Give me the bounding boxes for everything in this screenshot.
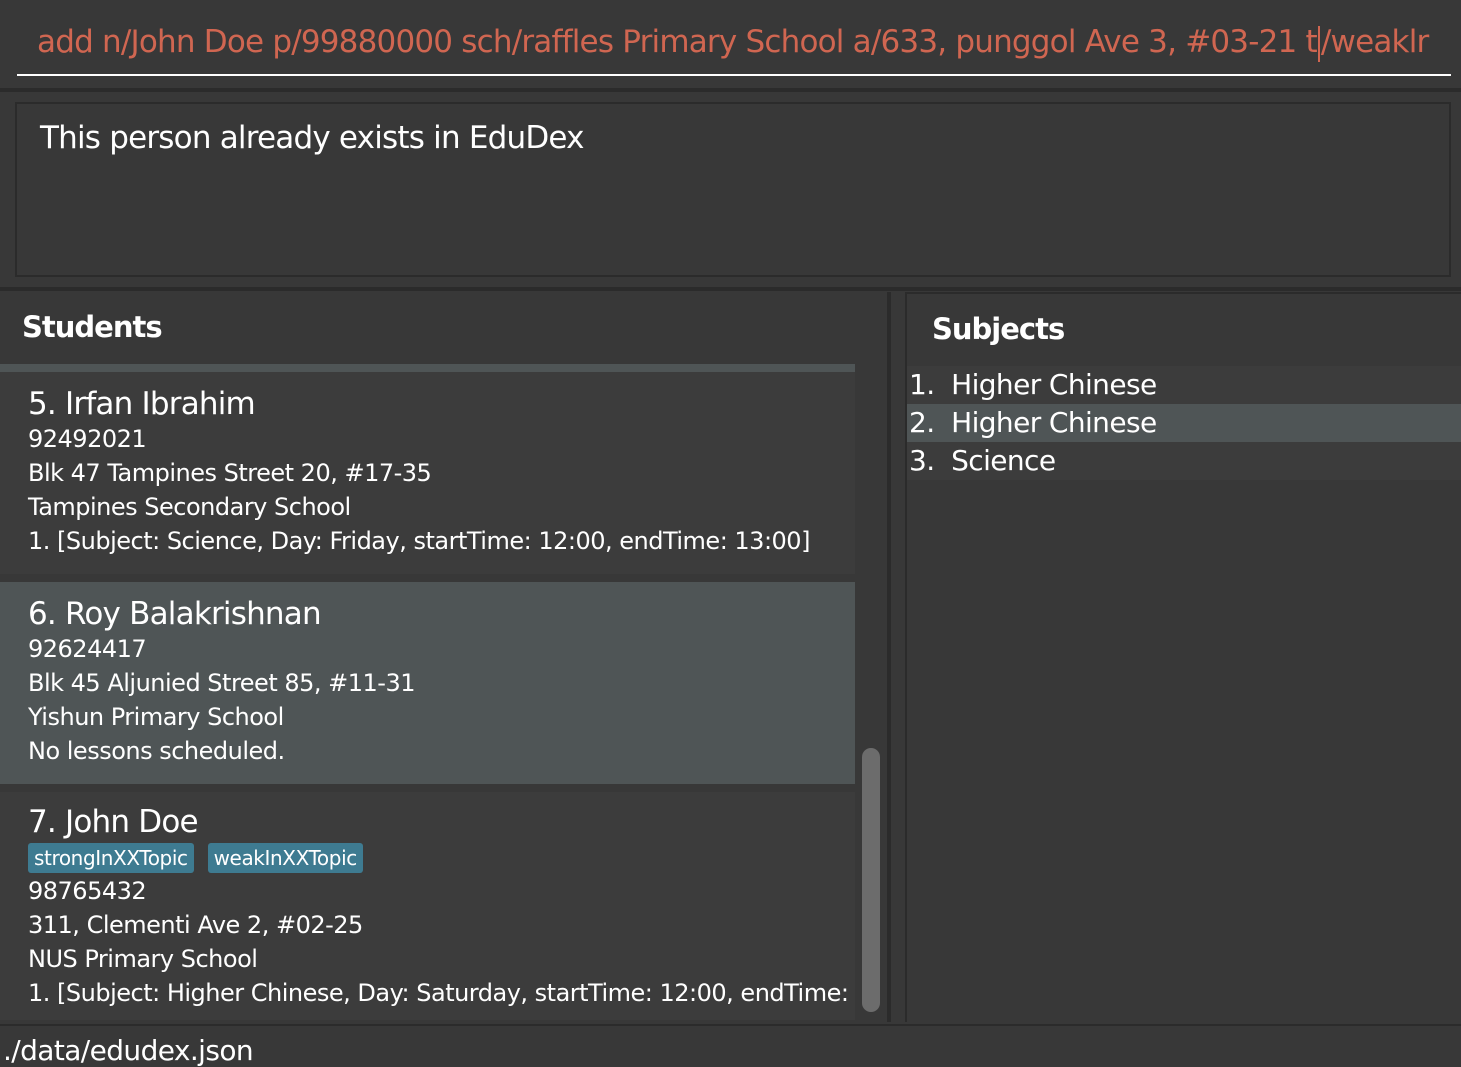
divider: [0, 88, 1461, 92]
command-text-after-caret: /weaklr: [1320, 24, 1429, 60]
tag-list: strongInXXTopic weakInXXTopic: [28, 842, 855, 874]
status-bar: ./data/edudex.json: [0, 1024, 1461, 1067]
subject-list[interactable]: 1. Higher Chinese 2. Higher Chinese 3. S…: [907, 366, 1461, 480]
students-title: Students: [22, 310, 163, 344]
text-caret: [1317, 25, 1320, 62]
subjects-panel: Subjects 1. Higher Chinese 2. Higher Chi…: [905, 292, 1461, 1022]
subject-item[interactable]: 2. Higher Chinese: [907, 404, 1461, 442]
previous-card-edge: [0, 364, 855, 372]
result-display: This person already exists in EduDex: [15, 102, 1451, 277]
student-name: 7. John Doe: [28, 804, 199, 840]
student-name: 6. Roy Balakrishnan: [28, 596, 322, 632]
data-file-path: ./data/edudex.json: [3, 1034, 254, 1067]
student-school: Yishun Primary School: [28, 703, 284, 731]
student-address: 311, Clementi Ave 2, #02-25: [28, 911, 363, 939]
subjects-title: Subjects: [932, 312, 1065, 346]
command-box: add n/John Doe p/99880000 sch/raffles Pr…: [0, 0, 1461, 90]
student-phone: 92624417: [28, 635, 147, 663]
subject-item[interactable]: 1. Higher Chinese: [907, 366, 1461, 404]
student-list[interactable]: 5. Irfan Ibrahim 92492021 Blk 47 Tampine…: [0, 364, 855, 1020]
tag: weakInXXTopic: [207, 843, 363, 873]
student-card[interactable]: 6. Roy Balakrishnan 92624417 Blk 45 Alju…: [0, 582, 855, 784]
scrollbar-thumb[interactable]: [862, 748, 880, 1012]
student-card[interactable]: 5. Irfan Ibrahim 92492021 Blk 47 Tampine…: [0, 372, 855, 574]
app-window: add n/John Doe p/99880000 sch/raffles Pr…: [0, 0, 1461, 1067]
command-text-before-caret: add n/John Doe p/99880000 sch/raffles Pr…: [37, 24, 1318, 60]
student-name: 5. Irfan Ibrahim: [28, 386, 256, 422]
student-address: Blk 47 Tampines Street 20, #17-35: [28, 459, 432, 487]
students-panel: Students 5. Irfan Ibrahim 92492021 Blk 4…: [0, 292, 887, 1022]
student-phone: 98765432: [28, 877, 147, 905]
student-card[interactable]: 7. John Doe strongInXXTopic weakInXXTopi…: [0, 792, 855, 1020]
subject-item[interactable]: 3. Science: [907, 442, 1461, 480]
student-lessons: 1. [Subject: Science, Day: Friday, start…: [28, 527, 810, 555]
student-lessons: No lessons scheduled.: [28, 737, 285, 765]
panel-divider[interactable]: [887, 292, 891, 1022]
vertical-scrollbar[interactable]: [860, 364, 882, 1020]
divider: [0, 287, 1461, 291]
command-input[interactable]: add n/John Doe p/99880000 sch/raffles Pr…: [17, 12, 1451, 76]
student-lessons: 1. [Subject: Higher Chinese, Day: Saturd…: [28, 979, 855, 1007]
student-phone: 92492021: [28, 425, 147, 453]
student-address: Blk 45 Aljunied Street 85, #11-31: [28, 669, 416, 697]
tag: strongInXXTopic: [28, 843, 194, 873]
student-school: Tampines Secondary School: [28, 493, 351, 521]
result-message: This person already exists in EduDex: [40, 120, 585, 156]
student-school: NUS Primary School: [28, 945, 258, 973]
